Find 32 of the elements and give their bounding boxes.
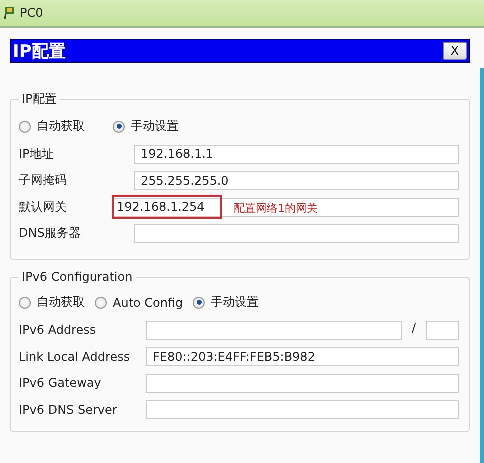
- field-label: Link Local Address: [19, 350, 132, 364]
- text-field[interactable]: 255.255.255.0: [134, 171, 459, 190]
- radio-option[interactable]: 手动设置: [113, 118, 179, 135]
- separator-text: /: [412, 320, 416, 337]
- text-field[interactable]: [146, 400, 459, 420]
- radio-button[interactable]: [19, 120, 31, 132]
- radio-option[interactable]: Auto Config: [95, 296, 184, 310]
- text-field[interactable]: [146, 320, 402, 340]
- radio-option[interactable]: 自动获取: [19, 294, 85, 311]
- dialog-title: IP配置: [13, 40, 66, 62]
- radio-option[interactable]: 手动设置: [193, 294, 260, 311]
- close-button[interactable]: X: [443, 42, 467, 60]
- field-label: IPv6 Address: [19, 323, 98, 338]
- field-label: IPv6 Gateway: [19, 376, 102, 390]
- field-label: IPv6 DNS Server: [19, 402, 118, 417]
- annotation-text: 配置网络1的网关: [234, 200, 318, 216]
- field-label: 子网掩码: [19, 172, 68, 190]
- field-label: IP地址: [19, 146, 55, 163]
- group-title: IP配置: [21, 91, 58, 108]
- field-label: DNS服务器: [19, 225, 82, 242]
- window-title: PC0: [20, 6, 44, 20]
- text-field[interactable]: [146, 374, 459, 393]
- text-field[interactable]: FE80::203:E4FF:FEB5:B982: [146, 347, 459, 366]
- radio-button[interactable]: [113, 120, 125, 132]
- group-title: IPv6 Configuration: [21, 270, 134, 284]
- radio-option[interactable]: 自动获取: [19, 118, 85, 135]
- prefix-field[interactable]: [426, 320, 459, 340]
- text-field[interactable]: 192.168.1.1: [134, 144, 459, 164]
- radio-button[interactable]: [95, 296, 107, 308]
- text-field[interactable]: [134, 224, 459, 244]
- radio-button[interactable]: [19, 296, 31, 308]
- radio-button[interactable]: [193, 296, 206, 308]
